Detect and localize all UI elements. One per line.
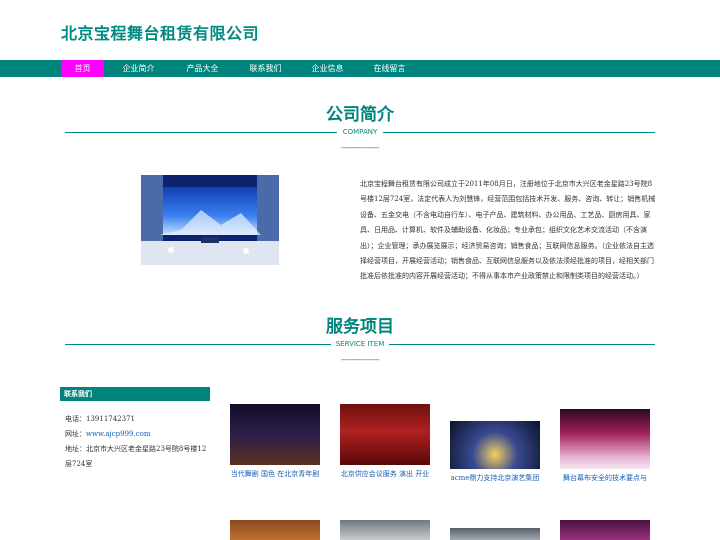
company-subtitle-text: COMPANY <box>342 128 378 136</box>
product-image[interactable] <box>450 528 540 540</box>
product-caption[interactable]: acme鼎力支持北京演艺集团 <box>450 473 540 483</box>
product-caption[interactable]: 舞台幕布安全的技术要点与 <box>560 473 650 483</box>
product-caption[interactable]: 当代舞剧 国色 在北京青年剧 <box>230 469 320 479</box>
company-dashes: ---------------- <box>340 143 380 152</box>
nav-item-company-intro[interactable]: 企业简介 <box>116 60 161 77</box>
company-description: 北京宝程舞台租赁有限公司成立于2011年08月日，注册地位于北京市大兴区老金星路… <box>360 180 656 281</box>
product-image[interactable] <box>230 404 320 465</box>
product-image[interactable] <box>450 421 540 469</box>
nav-item-products[interactable]: 产品大全 <box>180 60 225 77</box>
company-section-subtitle: COMPANY <box>65 126 655 138</box>
nav-item-message[interactable]: 在线留言 <box>367 60 412 77</box>
nav-item-home[interactable]: 首页 <box>61 60 104 77</box>
phone-value: 13911742371 <box>86 415 135 423</box>
product-card[interactable]: acme鼎力支持北京演艺集团 <box>450 421 540 483</box>
main-nav: 首页 企业简介 产品大全 联系我们 企业信息 在线留言 <box>0 60 720 77</box>
contact-sidebar-heading: 联系我们 <box>60 387 210 401</box>
nav-item-company-info[interactable]: 企业信息 <box>305 60 350 77</box>
product-image[interactable] <box>340 520 430 540</box>
product-image[interactable] <box>560 409 650 469</box>
services-section-subtitle: SERVICE ITEM <box>65 338 655 350</box>
services-subtitle-text: SERVICE ITEM <box>335 340 385 348</box>
services-dashes: ---------------- <box>340 355 380 364</box>
website-label: 网址： <box>65 430 86 438</box>
product-image[interactable] <box>340 404 430 465</box>
product-card[interactable]: 当代舞剧 国色 在北京青年剧 <box>230 404 320 479</box>
website-link[interactable]: www.ajcp999.com <box>86 430 150 438</box>
product-card[interactable]: 舞台幕布安全的技术要点与 <box>560 409 650 483</box>
services-section-title: 服务项目 <box>326 317 394 337</box>
product-image[interactable] <box>230 520 320 540</box>
product-image[interactable] <box>560 520 650 540</box>
company-section-title: 公司简介 <box>326 105 394 125</box>
product-card[interactable]: 北京供应会议服务 演出 开业 <box>340 404 430 479</box>
product-caption[interactable]: 北京供应会议服务 演出 开业 <box>340 469 430 479</box>
contact-phone: 电话：13911742371 <box>65 412 135 427</box>
contact-address-cont: 层724室 <box>65 460 93 468</box>
address-line-1: 北京市大兴区老金星路23号院8号楼12 <box>86 445 207 453</box>
contact-address: 地址：北京市大兴区老金星路23号院8号楼12 <box>65 442 206 457</box>
nav-item-contact[interactable]: 联系我们 <box>243 60 288 77</box>
company-stage-image <box>141 175 279 265</box>
site-title: 北京宝程舞台租赁有限公司 <box>61 24 260 43</box>
contact-website: 网址：www.ajcp999.com <box>65 427 150 442</box>
address-label: 地址： <box>65 445 86 453</box>
phone-label: 电话： <box>65 415 86 423</box>
